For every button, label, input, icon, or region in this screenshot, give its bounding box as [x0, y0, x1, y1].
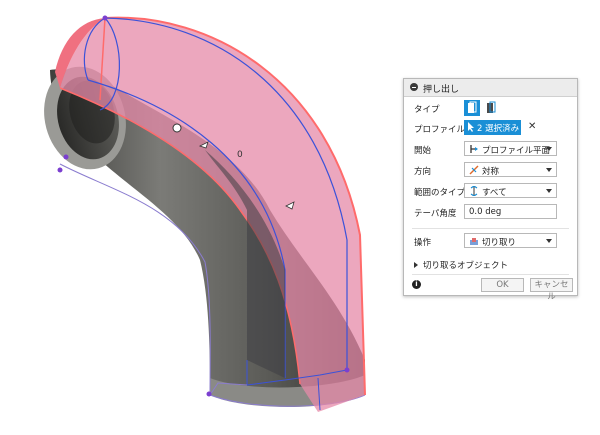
profile-value: 2 選択済み	[477, 124, 520, 134]
start-select[interactable]: プロファイル平面	[464, 141, 557, 156]
symmetric-icon	[469, 165, 479, 175]
row-profile: プロファイル 2 選択済み ✕	[404, 118, 577, 138]
extent-select[interactable]: すべて	[464, 183, 557, 198]
chevron-down-icon	[546, 168, 552, 172]
operation-select[interactable]: 切り取り	[464, 233, 557, 248]
direction-value: 対称	[482, 167, 500, 177]
start-label: 開始	[414, 146, 432, 156]
cursor-icon	[468, 122, 474, 132]
extrude-dialog[interactable]: 押し出し タイプ プロファイル 2 選択済み ✕ 開始 プロファイル平面 方向 …	[403, 78, 578, 302]
taper-label: テーパ角度	[414, 209, 457, 219]
collapse-icon[interactable]	[410, 83, 418, 91]
direction-select[interactable]: 対称	[464, 162, 557, 177]
chevron-down-icon	[546, 147, 552, 151]
thin-icon	[487, 101, 496, 113]
extent-label: 範囲のタイプ	[414, 188, 466, 198]
info-icon[interactable]: i	[412, 280, 421, 289]
all-extent-icon	[470, 186, 478, 196]
solid-icon	[468, 101, 477, 113]
operation-value: 切り取り	[482, 238, 517, 248]
taper-angle-input[interactable]: 0.0 deg	[464, 204, 557, 219]
row-taper: テーパ角度 0.0 deg	[404, 202, 577, 222]
profile-plane-icon	[470, 145, 478, 153]
direction-label: 方向	[414, 167, 432, 177]
dialog-header[interactable]: 押し出し	[404, 79, 577, 97]
chevron-down-icon	[546, 189, 552, 193]
profile-selection-button[interactable]: 2 選択済み	[464, 120, 521, 135]
expand-triangle-icon	[414, 262, 418, 268]
divider	[412, 228, 569, 229]
row-start: 開始 プロファイル平面	[404, 139, 577, 159]
operation-label: 操作	[414, 238, 432, 248]
start-value: プロファイル平面	[482, 146, 551, 156]
row-direction: 方向 対称	[404, 160, 577, 180]
row-operation: 操作 切り取り	[404, 231, 577, 251]
solid-type-button[interactable]	[464, 100, 480, 116]
cancel-button[interactable]: キャンセル	[530, 278, 573, 302]
chevron-down-icon	[546, 239, 552, 243]
thin-type-button[interactable]	[483, 100, 499, 116]
extent-value: すべて	[482, 188, 507, 198]
divider	[412, 274, 569, 275]
type-label: タイプ	[414, 105, 440, 115]
objects-to-cut-label: 切り取るオブジェクト	[423, 261, 509, 271]
cut-icon	[470, 238, 478, 245]
row-extent: 範囲のタイプ すべて	[404, 181, 577, 201]
clear-selection-icon[interactable]: ✕	[528, 121, 536, 132]
profile-label: プロファイル	[414, 125, 466, 135]
angle-label: 0	[237, 150, 243, 160]
row-type: タイプ	[404, 98, 577, 118]
dialog-title: 押し出し	[423, 85, 460, 95]
objects-to-cut-expander[interactable]: 切り取るオブジェクト	[414, 259, 508, 271]
ok-button[interactable]: OK	[481, 278, 524, 292]
